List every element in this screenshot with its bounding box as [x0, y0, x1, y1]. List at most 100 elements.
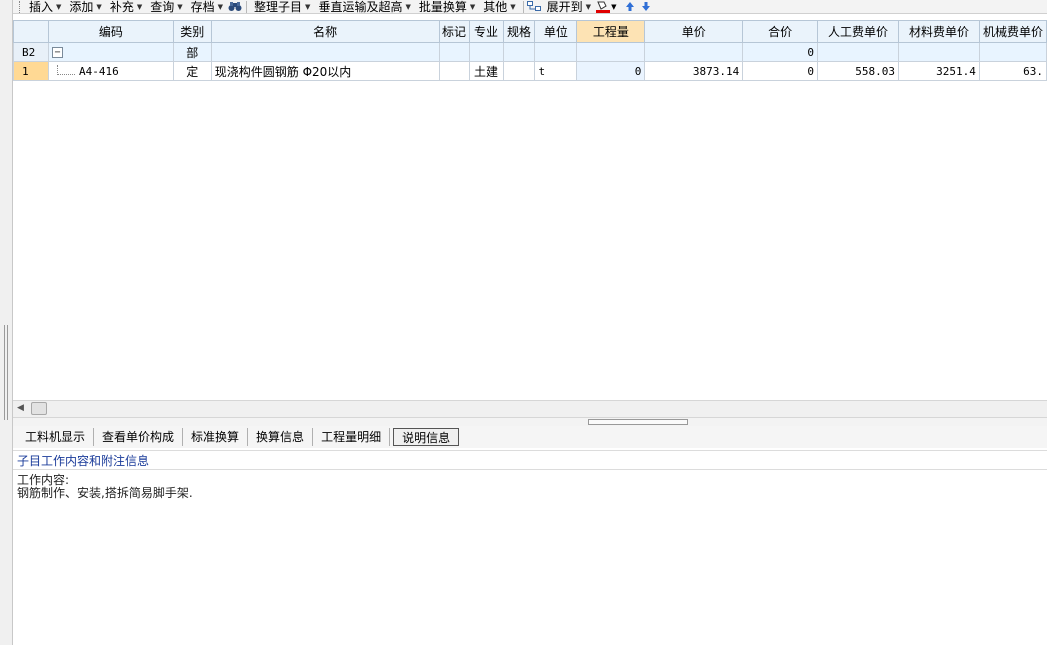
total-cell[interactable]: 0 — [742, 61, 819, 81]
query-menu[interactable]: 查询 ▼ — [146, 0, 186, 14]
material-price-cell[interactable]: 3251.4 — [897, 61, 980, 81]
collapse-icon[interactable]: − — [51, 47, 63, 58]
col-header-labor-price[interactable]: 人工费单价 — [817, 20, 899, 43]
code-cell[interactable]: A4-416 — [47, 61, 174, 81]
spec-cell[interactable] — [502, 42, 536, 62]
mark-cell[interactable] — [438, 61, 470, 81]
quantity-cell[interactable] — [576, 42, 646, 62]
chevron-down-icon: ▼ — [510, 2, 516, 11]
unit-price-cell[interactable] — [644, 42, 744, 62]
total-cell[interactable]: 0 — [742, 42, 819, 62]
machine-price-cell[interactable] — [978, 42, 1047, 62]
chevron-down-icon: ▼ — [405, 2, 411, 11]
col-header-machine-price[interactable]: 机械费单价 — [978, 20, 1047, 43]
horizontal-scrollbar[interactable]: ◀ — [13, 400, 1047, 417]
other-label: 其他 — [483, 0, 508, 14]
col-header-type[interactable]: 类别 — [172, 20, 212, 43]
labor-price-cell[interactable]: 558.03 — [817, 61, 899, 81]
col-header-mark[interactable]: 标记 — [438, 20, 470, 43]
work-content-text: 钢筋制作、安装,搭拆简易脚手架. — [17, 486, 193, 500]
insert-menu[interactable]: 插入 ▼ — [25, 0, 65, 14]
insert-label: 插入 — [29, 0, 54, 14]
add-label: 添加 — [69, 0, 94, 14]
scroll-left-icon[interactable]: ◀ — [17, 403, 24, 413]
toolbar-grip[interactable] — [19, 0, 22, 13]
row-number[interactable]: 1 — [13, 61, 49, 81]
unit-price-cell[interactable]: 3873.14 — [644, 61, 744, 81]
major-cell[interactable]: 土建 — [468, 61, 504, 81]
chevron-down-icon: ▼ — [469, 2, 476, 11]
col-header-unit-price[interactable]: 单价 — [644, 20, 744, 43]
tab-labor-material-machine[interactable]: 工料机显示 — [17, 428, 95, 446]
query-label: 查询 — [150, 0, 175, 14]
type-cell[interactable]: 定 — [172, 61, 212, 81]
tab-conversion-info[interactable]: 换算信息 — [248, 428, 314, 446]
chevron-down-icon: ▼ — [177, 2, 183, 11]
binoculars-icon[interactable] — [227, 0, 243, 13]
col-header-quantity[interactable]: 工程量 — [576, 20, 646, 43]
tab-standard-conversion[interactable]: 标准换算 — [183, 428, 249, 446]
unit-cell[interactable]: t — [534, 61, 578, 81]
arrow-up-icon[interactable] — [622, 0, 638, 13]
add-menu[interactable]: 添加 ▼ — [65, 0, 105, 14]
col-header-rownum[interactable] — [13, 20, 49, 43]
chevron-down-icon: ▼ — [136, 2, 143, 11]
quota-table: 编码 类别 名称 标记 专业 规格 单位 工程量 单价 合价 人工费单价 材料费… — [13, 20, 1047, 81]
chevron-down-icon: ▼ — [585, 2, 592, 11]
tab-description-info[interactable]: 说明信息 — [393, 428, 460, 446]
mark-cell[interactable] — [438, 42, 470, 62]
chevron-down-icon: ▼ — [96, 2, 102, 11]
code-cell[interactable]: − — [47, 42, 174, 62]
panel-splitter[interactable] — [13, 417, 1047, 426]
code-text: A4-416 — [78, 64, 119, 78]
batch-convert-label: 批量换算 — [418, 0, 467, 14]
vertical-transport-label: 垂直运输及超高 — [318, 0, 403, 14]
quantity-cell[interactable]: 0 — [576, 61, 646, 81]
paint-bucket-icon[interactable] — [595, 0, 611, 13]
major-cell[interactable] — [468, 42, 504, 62]
expand-to-label: 展开到 — [546, 0, 583, 14]
col-header-total[interactable]: 合价 — [742, 20, 819, 43]
vertical-transport-menu[interactable]: 垂直运输及超高 ▼ — [314, 0, 414, 14]
tab-quantity-detail[interactable]: 工程量明细 — [313, 428, 391, 446]
col-header-major[interactable]: 专业 — [468, 20, 504, 43]
chevron-down-icon[interactable]: ▼ — [611, 3, 616, 11]
expand-tree-icon — [527, 0, 543, 13]
machine-price-cell[interactable]: 63. — [978, 61, 1047, 81]
row-number[interactable]: B2 — [13, 42, 49, 62]
info-section-title: 子目工作内容和附注信息 — [13, 450, 1047, 470]
toolbar-separator — [246, 0, 248, 13]
name-cell[interactable] — [210, 42, 440, 62]
col-header-material-price[interactable]: 材料费单价 — [897, 20, 980, 43]
supplement-menu[interactable]: 补充 ▼ — [106, 0, 146, 13]
toolbar-separator — [522, 0, 524, 13]
left-splitter-grip[interactable] — [4, 325, 8, 420]
arrow-down-icon[interactable] — [638, 0, 654, 13]
splitter-handle[interactable] — [588, 419, 688, 425]
col-header-name[interactable]: 名称 — [210, 20, 440, 43]
other-menu[interactable]: 其他 ▼ — [479, 0, 519, 14]
expand-to-menu[interactable]: 展开到 ▼ — [543, 0, 595, 14]
col-header-unit[interactable]: 单位 — [534, 20, 578, 43]
info-content[interactable]: 工作内容: 钢筋制作、安装,搭拆简易脚手架. — [13, 472, 1047, 645]
spec-cell[interactable] — [502, 61, 536, 81]
scrollbar-thumb[interactable] — [31, 402, 47, 415]
name-cell[interactable]: 现浇构件圆钢筋 Φ20以内 — [210, 61, 440, 81]
left-strip — [0, 0, 13, 645]
organize-items-menu[interactable]: 整理子目 ▼ — [250, 0, 314, 14]
col-header-code[interactable]: 编码 — [47, 20, 174, 43]
archive-label: 存档 — [190, 0, 215, 14]
table-row[interactable]: 1 A4-416 定 现浇构件圆钢筋 Φ20以内 土建 t 0 3873.14 … — [13, 61, 1047, 81]
col-header-spec[interactable]: 规格 — [502, 20, 536, 43]
material-price-cell[interactable] — [897, 42, 980, 62]
archive-menu[interactable]: 存档 ▼ — [187, 0, 227, 14]
chevron-down-icon: ▼ — [56, 2, 62, 11]
unit-cell[interactable] — [534, 42, 578, 62]
tab-unit-price-composition[interactable]: 查看单价构成 — [94, 428, 184, 446]
batch-convert-menu[interactable]: 批量换算 ▼ — [415, 0, 479, 14]
organize-items-label: 整理子目 — [254, 0, 303, 14]
type-cell[interactable]: 部 — [172, 42, 212, 62]
quota-grid: 编码 类别 名称 标记 专业 规格 单位 工程量 单价 合价 人工费单价 材料费… — [13, 20, 1047, 400]
labor-price-cell[interactable] — [817, 42, 899, 62]
table-row[interactable]: B2 − 部 0 — [13, 42, 1047, 62]
